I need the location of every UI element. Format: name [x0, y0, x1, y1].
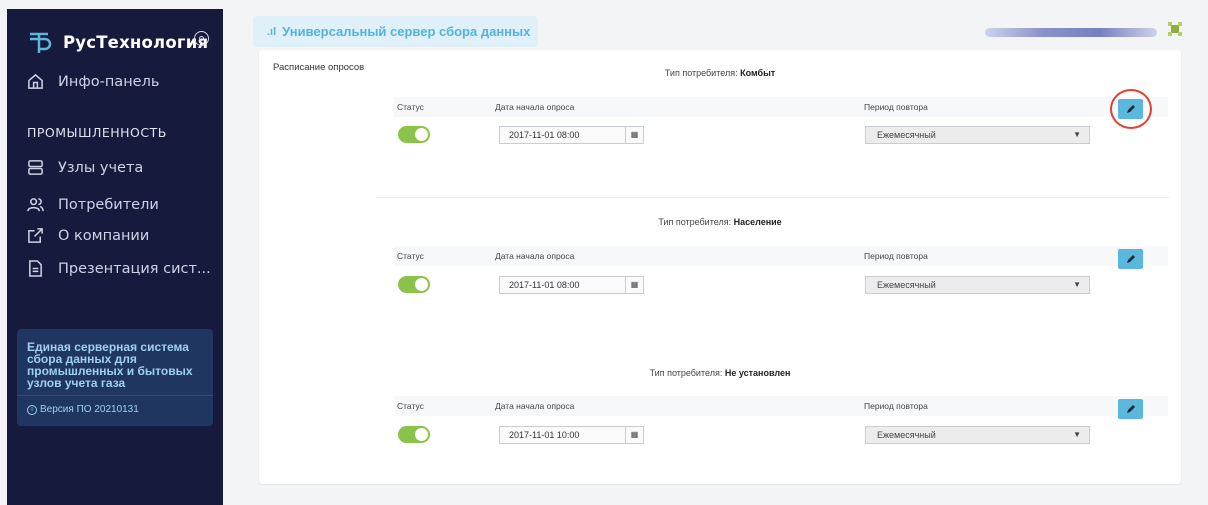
sidebar-item-consumers[interactable]: Потребители — [27, 196, 159, 213]
sidebar-item-about[interactable]: О компании — [27, 227, 149, 244]
table-header: Статус Дата начала опроса Период повтора — [394, 97, 1168, 117]
column-date: Дата начала опроса — [495, 251, 575, 261]
type-prefix: Тип потребителя: — [664, 68, 738, 78]
table-header: Статус Дата начала опроса Период повтора — [394, 396, 1168, 416]
sidebar-item-info-panel[interactable]: Инфо-панель — [27, 73, 159, 90]
page-title: .ıl Универсальный сервер сбора данных — [253, 16, 538, 47]
date-value: 2017-11-01 08:00 — [509, 130, 580, 140]
edit-button[interactable] — [1118, 399, 1143, 419]
highlight-circle — [1110, 89, 1152, 129]
external-link-icon — [28, 228, 43, 243]
consumer-type: Население — [733, 217, 782, 227]
pencil-icon — [1126, 255, 1135, 263]
avatar-icon[interactable] — [1166, 20, 1184, 38]
date-value: 2017-11-01 08:00 — [509, 280, 580, 290]
users-icon — [27, 198, 44, 212]
home-icon — [28, 73, 43, 89]
version-text: Версия ПО 20210131 — [40, 404, 139, 415]
period-value: Ежемесячный — [877, 430, 936, 440]
consumer-type: Комбыт — [740, 68, 776, 78]
sidebar: РусТехнология Инфо-панель ПРОМЫШЛЕННОСТЬ… — [7, 9, 223, 505]
brand-name: РусТехнология — [63, 32, 209, 52]
type-prefix: Тип потребителя: — [649, 368, 723, 378]
calendar-icon[interactable]: ▦ — [625, 277, 643, 293]
info-text: Единая серверная система сбора данных дл… — [27, 340, 193, 390]
chevron-down-icon: ▼ — [1073, 130, 1081, 139]
column-date: Дата начала опроса — [495, 102, 575, 112]
status-toggle[interactable] — [398, 276, 430, 293]
sidebar-item-label: О компании — [58, 227, 150, 244]
pencil-icon — [1126, 405, 1135, 413]
period-select[interactable]: Ежемесячный ▼ — [865, 276, 1090, 294]
period-select[interactable]: Ежемесячный ▼ — [865, 126, 1090, 144]
date-value: 2017-11-01 10:00 — [509, 430, 580, 440]
type-prefix: Тип потребителя: — [658, 217, 732, 227]
document-icon — [29, 260, 42, 277]
brand[interactable]: РусТехнология — [27, 29, 208, 55]
start-date-input[interactable]: 2017-11-01 08:00 ▦ — [499, 126, 644, 144]
user-name-redacted[interactable] — [985, 28, 1157, 37]
period-value: Ежемесячный — [877, 280, 936, 290]
status-toggle[interactable] — [398, 126, 430, 143]
info-box: Единая серверная система сбора данных дл… — [17, 329, 213, 426]
column-period: Период повтора — [864, 401, 928, 411]
divider — [17, 395, 213, 396]
chevron-down-icon: ▼ — [1073, 280, 1081, 289]
period-select[interactable]: Ежемесячный ▼ — [865, 426, 1090, 444]
start-date-input[interactable]: 2017-11-01 08:00 ▦ — [499, 276, 644, 294]
logo-icon — [30, 32, 52, 53]
column-period: Период повтора — [864, 102, 928, 112]
column-date: Дата начала опроса — [495, 401, 575, 411]
page-title-text: Универсальный сервер сбора данных — [282, 24, 531, 39]
server-icon — [28, 160, 43, 175]
chevron-down-icon: ▼ — [1073, 430, 1081, 439]
edit-button[interactable] — [1118, 249, 1143, 269]
consumer-type: Не установлен — [724, 368, 791, 378]
info-icon: i — [27, 404, 37, 415]
sidebar-item-label: Инфо-панель — [58, 73, 160, 90]
consumer-type-line: Тип потребителя: Комбыт — [259, 68, 1181, 78]
schedule-card: Расписание опросов Тип потребителя: Комб… — [259, 50, 1181, 484]
sidebar-item-label: Презентация сист... — [58, 260, 211, 277]
sidebar-item-label: Потребители — [58, 196, 159, 213]
consumer-type-line: Тип потребителя: Не установлен — [259, 368, 1181, 378]
column-status: Статус — [397, 401, 424, 411]
calendar-icon[interactable]: ▦ — [625, 427, 643, 443]
version-info: i Версия ПО 20210131 — [27, 404, 139, 415]
section-title: ПРОМЫШЛЕННОСТЬ — [27, 125, 167, 140]
period-value: Ежемесячный — [877, 130, 936, 140]
status-toggle[interactable] — [398, 426, 430, 443]
column-status: Статус — [397, 251, 424, 261]
calendar-icon[interactable]: ▦ — [625, 127, 643, 143]
sidebar-item-metering-nodes[interactable]: Узлы учета — [27, 159, 143, 176]
start-date-input[interactable]: 2017-11-01 10:00 ▦ — [499, 426, 644, 444]
column-period: Период повтора — [864, 251, 928, 261]
divider — [376, 197, 1169, 198]
sidebar-item-presentation[interactable]: Презентация сист... — [27, 260, 211, 277]
consumer-type-line: Тип потребителя: Население — [259, 217, 1181, 227]
settings-icon[interactable] — [194, 31, 209, 46]
signal-bars-icon: .ıl — [267, 25, 277, 38]
sidebar-item-label: Узлы учета — [58, 159, 144, 176]
table-header: Статус Дата начала опроса Период повтора — [394, 246, 1168, 266]
column-status: Статус — [397, 102, 424, 112]
